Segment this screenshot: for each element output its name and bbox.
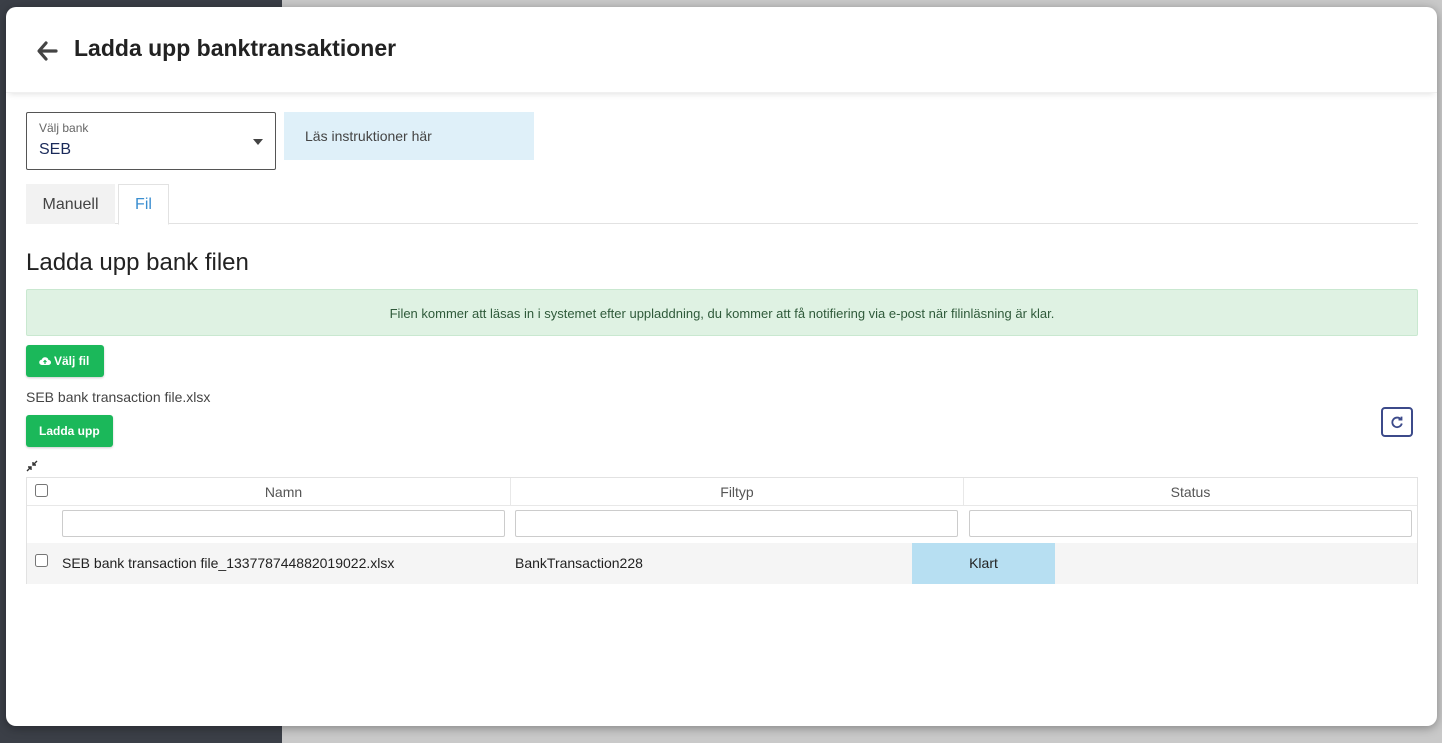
status-filter-input[interactable] (969, 510, 1412, 537)
cloud-upload-icon (39, 355, 51, 366)
filter-row (27, 506, 1417, 542)
cell-file-type: BankTransaction228 (515, 555, 643, 571)
row-checkbox[interactable] (35, 554, 48, 567)
tab-manual[interactable]: Manuell (26, 184, 115, 224)
info-alert: Filen kommer att läsas in i systemet eft… (26, 289, 1418, 336)
cell-file-name: SEB bank transaction file_13377874488201… (62, 555, 395, 571)
collapse-icon[interactable] (26, 459, 38, 472)
upload-modal: Ladda upp banktransaktioner Välj bank SE… (6, 7, 1437, 726)
filetype-filter-input[interactable] (515, 510, 958, 537)
page-title: Ladda upp banktransaktioner (74, 35, 397, 61)
select-all-checkbox[interactable] (35, 484, 48, 497)
caret-down-icon (253, 139, 263, 145)
bank-select-label: Välj bank (39, 121, 89, 135)
files-grid: Namn Filtyp Status SEB bank transaction … (26, 477, 1418, 584)
status-badge: Klart (912, 543, 1055, 584)
bank-select-value: SEB (39, 141, 72, 158)
column-header-filetype[interactable]: Filtyp (511, 478, 964, 506)
instructions-link[interactable]: Läs instruktioner här (284, 112, 534, 160)
choose-file-button[interactable]: Välj fil (26, 345, 104, 377)
modal-header: Ladda upp banktransaktioner (6, 7, 1437, 93)
name-filter-input[interactable] (62, 510, 505, 537)
grid-header: Namn Filtyp Status (27, 478, 1417, 506)
upload-button[interactable]: Ladda upp (26, 415, 113, 447)
refresh-icon (1391, 416, 1403, 429)
arrow-left-icon[interactable] (36, 40, 58, 62)
bank-select[interactable]: Välj bank SEB (26, 112, 276, 170)
section-title: Ladda upp bank filen (26, 249, 249, 276)
column-header-status[interactable]: Status (964, 478, 1417, 506)
tab-file[interactable]: Fil (118, 184, 169, 225)
column-header-name[interactable]: Namn (57, 478, 511, 506)
choose-file-label: Välj fil (54, 354, 90, 368)
table-row[interactable]: SEB bank transaction file_13377874488201… (27, 543, 1417, 584)
upload-tabs: Manuell Fil (26, 184, 1418, 225)
refresh-button[interactable] (1381, 407, 1413, 437)
selected-file-name: SEB bank transaction file.xlsx (26, 389, 211, 405)
